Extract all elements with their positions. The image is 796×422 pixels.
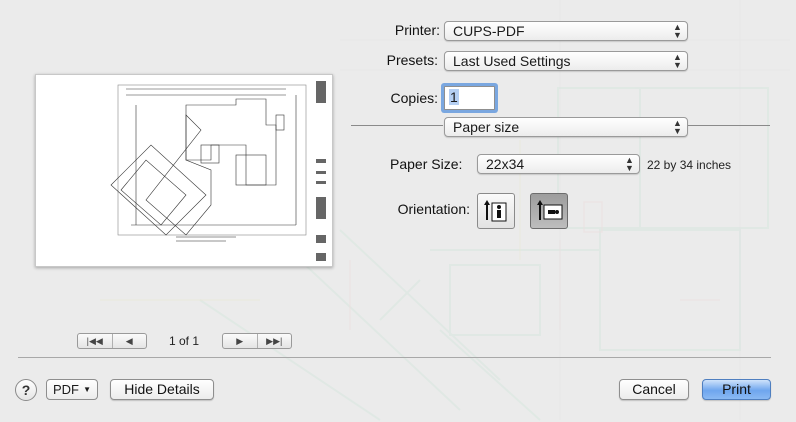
- printer-label: Printer:: [394, 22, 440, 38]
- presets-label: Presets:: [386, 52, 438, 68]
- first-page-icon[interactable]: |◀◀: [78, 334, 112, 348]
- section-divider-left: [351, 125, 443, 126]
- print-button[interactable]: Print: [702, 379, 771, 400]
- printer-value: CUPS-PDF: [453, 23, 525, 39]
- hide-details-button[interactable]: Hide Details: [110, 379, 214, 400]
- page-preview: [35, 74, 333, 267]
- orientation-label: Orientation:: [397, 201, 470, 217]
- presets-select[interactable]: Last Used Settings ▲ ▼: [444, 51, 688, 71]
- portrait-icon: [484, 200, 507, 222]
- footer-separator: [18, 357, 771, 358]
- first-prev-page-group: |◀◀ ◀: [77, 333, 147, 349]
- floor-plan-thumbnail: [110, 81, 326, 261]
- up-down-chevron-icon: ▲ ▼: [625, 155, 634, 173]
- section-select[interactable]: Paper size ▲ ▼: [444, 117, 688, 137]
- next-last-page-group: ▶ ▶▶|: [222, 333, 292, 349]
- section-divider-right: [688, 125, 770, 126]
- cancel-button[interactable]: Cancel: [619, 379, 689, 400]
- page-count: 1 of 1: [168, 334, 200, 348]
- up-down-chevron-icon: ▲ ▼: [673, 22, 682, 40]
- printer-select[interactable]: CUPS-PDF ▲ ▼: [444, 21, 688, 41]
- chevron-down-icon: ▼: [83, 385, 91, 394]
- copies-value: 1: [449, 89, 459, 105]
- landscape-orientation-button[interactable]: [530, 193, 568, 229]
- portrait-orientation-button[interactable]: [477, 193, 515, 229]
- up-down-chevron-icon: ▲ ▼: [673, 118, 682, 136]
- pdf-menu-button[interactable]: PDF ▼: [46, 379, 98, 400]
- up-down-chevron-icon: ▲ ▼: [673, 52, 682, 70]
- next-page-icon[interactable]: ▶: [223, 334, 257, 348]
- copies-input[interactable]: 1: [444, 86, 495, 110]
- previous-page-icon[interactable]: ◀: [111, 334, 147, 348]
- last-page-icon[interactable]: ▶▶|: [256, 334, 292, 348]
- paper-size-label: Paper Size:: [390, 156, 463, 172]
- print-dialog: |◀◀ ◀ 1 of 1 ▶ ▶▶| Printer: CUPS-PDF ▲ ▼ …: [0, 0, 796, 422]
- copies-label: Copies:: [390, 90, 438, 106]
- paper-size-value: 22x34: [486, 156, 525, 172]
- pdf-label: PDF: [53, 382, 79, 397]
- paper-size-description: 22 by 34 inches: [647, 158, 732, 172]
- paper-size-select[interactable]: 22x34 ▲ ▼: [477, 154, 640, 174]
- presets-value: Last Used Settings: [453, 53, 571, 69]
- help-button[interactable]: ?: [15, 379, 37, 401]
- landscape-icon: [537, 200, 563, 220]
- section-value: Paper size: [453, 119, 520, 135]
